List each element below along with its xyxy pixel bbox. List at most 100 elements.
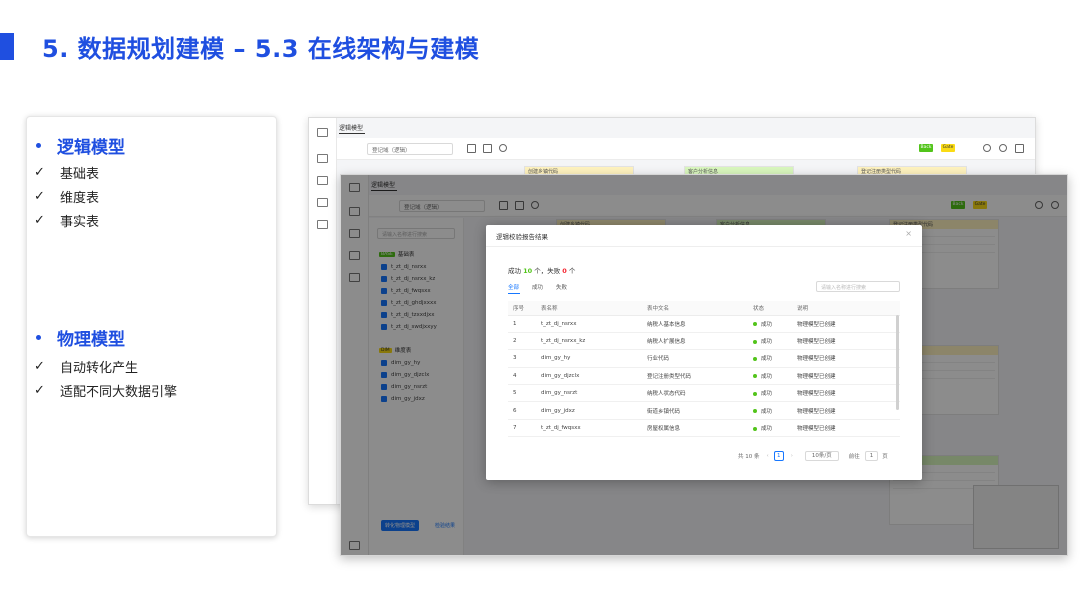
col-header: 说明	[792, 301, 900, 316]
close-icon[interactable]: ×	[905, 229, 912, 238]
title-accent-bar	[0, 33, 14, 60]
layer-select[interactable]: 登记域（逻辑）	[367, 143, 453, 155]
tab-failed[interactable]: 失败	[556, 283, 567, 291]
tab-all[interactable]: 全部	[508, 283, 519, 291]
cell-note: 物理模型已创建	[792, 349, 900, 368]
fullscreen-icon[interactable]	[1015, 144, 1024, 153]
table-row[interactable]: 4 dim_gy_djzclx 登记注册类型代码 成功 物理模型已创建	[508, 367, 900, 386]
modal-header: 逻辑校验报告结果 ×	[486, 225, 922, 247]
tab-success[interactable]: 成功	[532, 283, 543, 291]
table-row[interactable]: 2 t_zt_dj_nsrxx_kz 纳税人扩展信息 成功 物理模型已创建	[508, 332, 900, 351]
col-header: 表名称	[536, 301, 642, 316]
pagination: 共 10 条 ‹ 1 › 10条/页 前往 1 页	[738, 451, 888, 461]
list-item-label: 基础表	[60, 167, 100, 182]
cell-status: 成功	[748, 349, 792, 368]
bullet-dot-icon	[36, 335, 41, 340]
cell-no: 2	[508, 332, 536, 351]
tab-ink-bar	[508, 293, 520, 294]
zoom-out-icon[interactable]	[999, 144, 1007, 152]
status-dot-icon	[753, 356, 757, 361]
list-item: ✓ 适配不同大数据引擎	[34, 381, 177, 400]
prev-page-icon[interactable]: ‹	[767, 453, 769, 459]
status-dot-icon	[753, 409, 757, 414]
next-page-icon[interactable]: ›	[791, 453, 793, 459]
bullet-dot-icon	[36, 143, 41, 148]
tab-logical-model[interactable]: 逻辑模型	[339, 123, 363, 132]
list-item: ✓ 基础表	[34, 163, 99, 182]
cell-note: 物理模型已创建	[792, 401, 900, 420]
total-count: 共 10 条	[738, 454, 760, 460]
refresh-icon[interactable]	[499, 144, 507, 152]
status-text: 成功	[761, 408, 773, 415]
status-text: 成功	[761, 356, 773, 363]
table-scrollbar[interactable]	[896, 315, 899, 410]
cell-name: t_zt_dj_nsrxx	[536, 315, 642, 333]
document-icon[interactable]	[317, 198, 328, 207]
back-badge[interactable]: Back	[919, 144, 933, 152]
cell-status: 成功	[748, 384, 792, 403]
model-icon[interactable]	[317, 154, 328, 163]
cell-cn: 登记注册类型代码	[642, 367, 748, 386]
goto-page-input[interactable]: 1	[864, 451, 879, 461]
list-item-label: 适配不同大数据引擎	[60, 385, 178, 400]
checkmark-icon: ✓	[34, 165, 45, 180]
col-header: 表中文名	[642, 301, 748, 316]
checkmark-icon: ✓	[34, 359, 45, 374]
cell-cn: 纳税人状态代码	[642, 384, 748, 403]
checkmark-icon: ✓	[34, 213, 45, 228]
slide-title: 5. 数据规划建模 – 5.3 在线架构与建模	[42, 35, 480, 63]
table-row[interactable]: 5 dim_gy_nsrzt 纳税人状态代码 成功 物理模型已创建	[508, 384, 900, 403]
cell-no: 6	[508, 401, 536, 420]
status-dot-icon	[753, 339, 757, 344]
cell-status: 成功	[748, 419, 792, 438]
page-size-select[interactable]: 10条/页	[804, 451, 839, 461]
list-item: ✓ 维度表	[34, 187, 99, 206]
section-heading-text: 物理模型	[57, 330, 125, 350]
result-summary: 成功 10 个，失败 0 个	[508, 265, 575, 275]
result-search-input[interactable]: 请输入名称进行搜索	[816, 281, 900, 292]
gate-badge[interactable]: Gate	[941, 144, 955, 152]
table-row[interactable]: 7 t_zt_dj_fwqsxx 房屋权属信息 成功 物理模型已创建	[508, 419, 900, 438]
summary-suffix: 个	[568, 267, 576, 275]
cell-name: t_zt_dj_nsrxx_kz	[536, 332, 642, 351]
checkmark-icon: ✓	[34, 189, 45, 204]
cell-note: 物理模型已创建	[792, 315, 900, 333]
fail-count: 0	[562, 267, 567, 275]
status-text: 成功	[761, 391, 773, 398]
table-header-row: 序号 表名称 表中文名 状态 说明	[508, 301, 900, 316]
goto-label: 前往	[848, 454, 860, 460]
modal-title: 逻辑校验报告结果	[496, 233, 548, 241]
cell-name: t_zt_dj_fwqsxx	[536, 419, 642, 438]
cell-status: 成功	[748, 332, 792, 351]
cell-status: 成功	[748, 367, 792, 386]
goto-suffix: 页	[882, 454, 888, 460]
cell-note: 物理模型已创建	[792, 367, 900, 386]
canvas-toolbar: 登记域（逻辑） Back Gate	[337, 138, 1035, 160]
zoom-in-icon[interactable]	[983, 144, 991, 152]
cell-cn: 房屋权属信息	[642, 419, 748, 438]
cell-note: 物理模型已创建	[792, 419, 900, 438]
summary-mid: 个，失败	[534, 267, 561, 275]
slide: 5. 数据规划建模 – 5.3 在线架构与建模 逻辑模型 ✓ 基础表 ✓ 维度表…	[0, 0, 1080, 608]
table-row[interactable]: 3 dim_gy_hy 行业代码 成功 物理模型已创建	[508, 349, 900, 368]
database-icon[interactable]	[317, 176, 328, 185]
page-number[interactable]: 1	[773, 451, 784, 461]
menu-icon[interactable]	[317, 128, 328, 137]
status-dot-icon	[753, 426, 757, 431]
cell-name: dim_gy_nsrzt	[536, 384, 642, 403]
cell-no: 5	[508, 384, 536, 403]
table-row[interactable]: 6 dim_gy_jdxz 街道乡镇代码 成功 物理模型已创建	[508, 401, 900, 420]
list-item: ✓ 自动转化产生	[34, 357, 138, 376]
status-text: 成功	[761, 339, 773, 346]
table-row[interactable]: 1 t_zt_dj_nsrxx 纳税人基本信息 成功 物理模型已创建	[508, 315, 900, 333]
nav-rail	[309, 118, 337, 504]
save-icon[interactable]	[483, 144, 492, 153]
tab-underline	[339, 133, 365, 134]
summary-prefix: 成功	[508, 267, 521, 275]
status-text: 成功	[761, 426, 773, 433]
grid-icon[interactable]	[467, 144, 476, 153]
status-dot-icon	[753, 391, 757, 396]
list-item: ✓ 事实表	[34, 211, 99, 230]
chart-icon[interactable]	[317, 220, 328, 229]
list-item-label: 自动转化产生	[60, 361, 139, 376]
